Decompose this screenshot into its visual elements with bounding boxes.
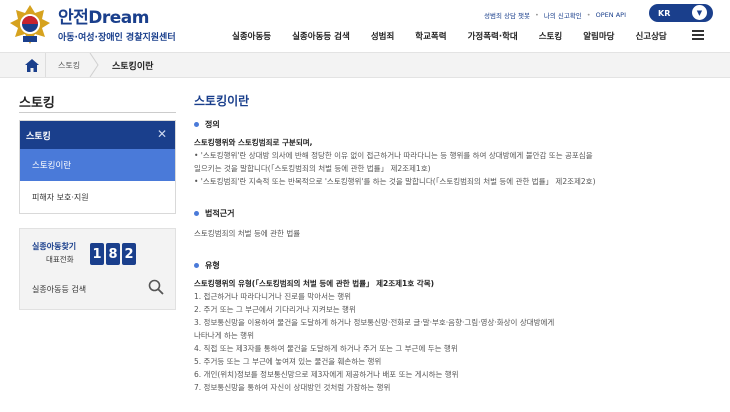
my-report-link[interactable]: 나의 신고확인 [544,10,582,20]
nav-item-missing-children[interactable]: 실종아동등 [232,30,271,42]
main-content: 스토킹이란 정의 스토킹행위와 스토킹범죄로 구분되며, • '스토킹행위'란 … [194,92,714,392]
search-icon[interactable] [148,279,164,295]
definition-line: 스토킹행위와 스토킹범죄로 구분되며, [194,138,313,147]
breadcrumb-level1[interactable]: 스토킹 [58,60,80,71]
bullet-icon [194,263,199,268]
bullet-icon [194,122,199,127]
main-nav: 실종아동등 실종아동등 검색 성범죄 학교폭력 가정폭력·학대 스토킹 알림마당… [232,30,688,42]
sidebar-item-victim-support[interactable]: 피해자 보호·지원 [20,181,175,213]
police-emblem-icon [8,4,52,46]
hotline-digit: 1 [90,243,104,265]
open-api-link[interactable]: OPEN API [596,11,626,19]
types-line: 나타나게 하는 행위 [194,331,254,340]
nav-item-sexual-crime[interactable]: 성범죄 [371,30,394,42]
nav-item-missing-search[interactable]: 실종아동등 검색 [292,30,350,42]
hotline-digit: 8 [106,243,120,265]
types-line: 3. 정보통신망을 이용하여 물건을 도달하게 하거나 정보통신망·전화로 글·… [194,318,555,327]
hotline-digit: 2 [122,243,136,265]
section-heading-text: 법적근거 [205,209,235,218]
types-line: 스토킹행위의 유형(「스토킹범죄의 처벌 등에 관한 법률」 제2조제1호 각목… [194,279,435,288]
section-heading-types: 유형 [194,260,220,271]
chatbot-link[interactable]: 성범죄 상담 챗봇 [484,10,530,20]
page-title: 스토킹이란 [194,94,250,108]
types-line: 5. 주거등 또는 그 부근에 놓여져 있는 물건을 훼손하는 행위 [194,357,382,366]
sidebar-menu-head-label: 스토킹 [26,131,51,142]
types-line: 7. 정보통신망을 통하여 자신이 상대방인 것처럼 가장하는 행위 [194,383,391,392]
section-heading-legal-basis: 법적근거 [194,208,234,219]
missing-child-box: 실종아동찾기 대표전화 1 8 2 실종아동등 검색 [19,228,176,310]
types-line: 1. 접근하거나 따라다니거나 진로를 막아서는 행위 [194,292,352,301]
nav-item-domestic-violence[interactable]: 가정폭력·학대 [468,30,518,42]
hotline-label: 대표전화 [46,255,74,264]
sidebar-menu-head[interactable]: 스토킹 ✕ [20,121,175,149]
site-logo[interactable]: 안전Dream 아동·여성·장애인 경찰지원센터 [8,4,176,46]
breadcrumb: 스토킹 스토킹이란 [0,52,730,78]
close-icon[interactable]: ✕ [157,127,167,141]
nav-item-stalking[interactable]: 스토킹 [539,30,562,42]
section-heading-definition: 정의 [194,119,220,130]
legal-basis-text: 스토킹범죄의 처벌 등에 관한 법률 [194,229,301,238]
definition-line: 일으키는 것을 말합니다(「스토킹범죄의 처벌 등에 관한 법률」 제2조제1호… [194,164,431,173]
separator: • [586,11,591,19]
nav-item-report[interactable]: 신고상담 [635,30,666,42]
section-heading-text: 정의 [205,120,220,129]
sidebar-menu: 스토킹 ✕ 스토킹이란 피해자 보호·지원 [19,120,176,214]
hotline-number[interactable]: 1 8 2 [90,243,136,265]
bullet-icon [194,211,199,216]
section-heading-text: 유형 [205,261,220,270]
types-line: 2. 주거 또는 그 부근에서 기다리거나 지켜보는 행위 [194,305,356,314]
menu-icon[interactable] [692,30,704,40]
language-value: KR [658,8,671,18]
missing-search-link[interactable]: 실종아동등 검색 [32,284,86,295]
types-line: 4. 직접 또는 제3자를 통하여 물건을 도달하게 하거나 주거 또는 그 부… [194,344,458,353]
chevron-right-icon [88,52,100,78]
nav-item-notice[interactable]: 알림마당 [583,30,614,42]
breadcrumb-level2[interactable]: 스토킹이란 [112,59,153,72]
utility-links: 성범죄 상담 챗봇 • 나의 신고확인 • OPEN API [484,10,626,20]
logo-subtitle: 아동·여성·장애인 경찰지원센터 [58,32,176,43]
divider [19,112,176,113]
sidebar-item-stalking-definition[interactable]: 스토킹이란 [20,149,175,181]
site-header: 안전Dream 아동·여성·장애인 경찰지원센터 성범죄 상담 챗봇 • 나의 … [0,0,730,50]
missing-child-title: 실종아동찾기 [32,242,77,251]
definition-line: • '스토킹범죄'란 지속적 또는 반복적으로 '스토킹행위'를 하는 것을 말… [194,177,596,186]
sidebar-title: 스토킹 [19,96,55,111]
types-line: 6. 개인(위치)정보를 정보통신망으로 제3자에게 제공하거나 배포 또는 게… [194,370,459,379]
chevron-down-icon: ▼ [692,5,707,20]
definition-line: • '스토킹행위'란 상대방 의사에 반해 정당한 이유 없이 접근하거나 따라… [194,151,593,160]
nav-item-school-violence[interactable]: 학교폭력 [415,30,446,42]
separator: • [535,11,539,19]
language-select[interactable]: KR ▼ [649,4,713,22]
logo-title: 안전Dream [58,7,149,28]
home-icon[interactable] [18,53,46,77]
